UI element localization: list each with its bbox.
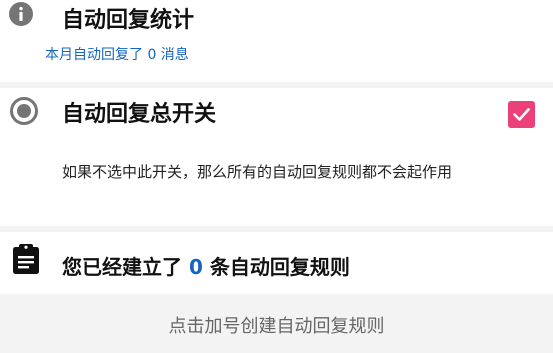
master-switch-description: 如果不选中此开关，那么所有的自动回复规则都不会起作用 — [62, 163, 453, 181]
master-switch-title: 自动回复总开关 — [62, 102, 217, 127]
rules-title-suffix: 条自动回复规则 — [202, 255, 350, 279]
stats-title: 自动回复统计 — [62, 8, 195, 33]
clipboard-icon — [13, 244, 39, 274]
rules-count: 0 — [188, 255, 203, 279]
rules-section: 您已经建立了 0 条自动回复规则 — [0, 232, 553, 294]
master-switch-row[interactable]: 自动回复总开关 如果不选中此开关，那么所有的自动回复规则都不会起作用 — [0, 88, 553, 226]
stats-subtitle: 本月自动回复了 0 消息 — [45, 47, 189, 63]
add-rule-hint[interactable]: 点击加号创建自动回复规则 — [0, 300, 553, 353]
stats-section: 自动回复统计 本月自动回复了 0 消息 — [0, 0, 553, 82]
rules-title: 您已经建立了 0 条自动回复规则 — [62, 252, 350, 282]
master-switch-checkbox[interactable] — [508, 101, 535, 128]
rules-title-prefix: 您已经建立了 — [62, 255, 189, 279]
checkmark-icon — [513, 108, 530, 121]
info-icon — [9, 2, 33, 26]
radio-selected-icon — [10, 97, 38, 125]
